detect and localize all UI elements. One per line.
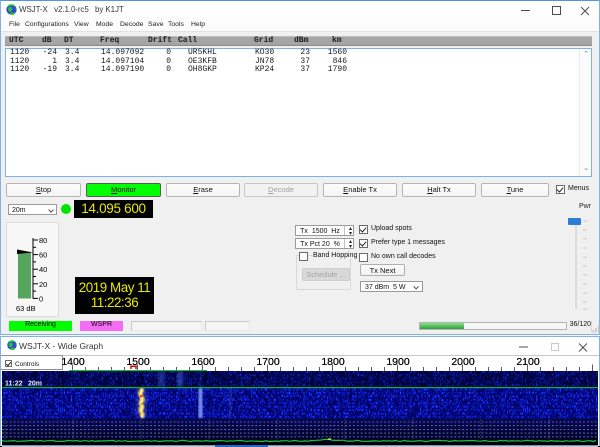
svg-text:11:22: 11:22 — [5, 381, 23, 388]
svg-text:40: 40 — [39, 265, 47, 274]
svg-text:20m: 20m — [28, 381, 42, 388]
svg-text:20: 20 — [39, 280, 47, 289]
svg-text:80: 80 — [39, 236, 47, 245]
svg-text:60: 60 — [39, 251, 47, 260]
svg-text:63 dB: 63 dB — [16, 304, 36, 313]
svg-text:0: 0 — [39, 294, 43, 303]
